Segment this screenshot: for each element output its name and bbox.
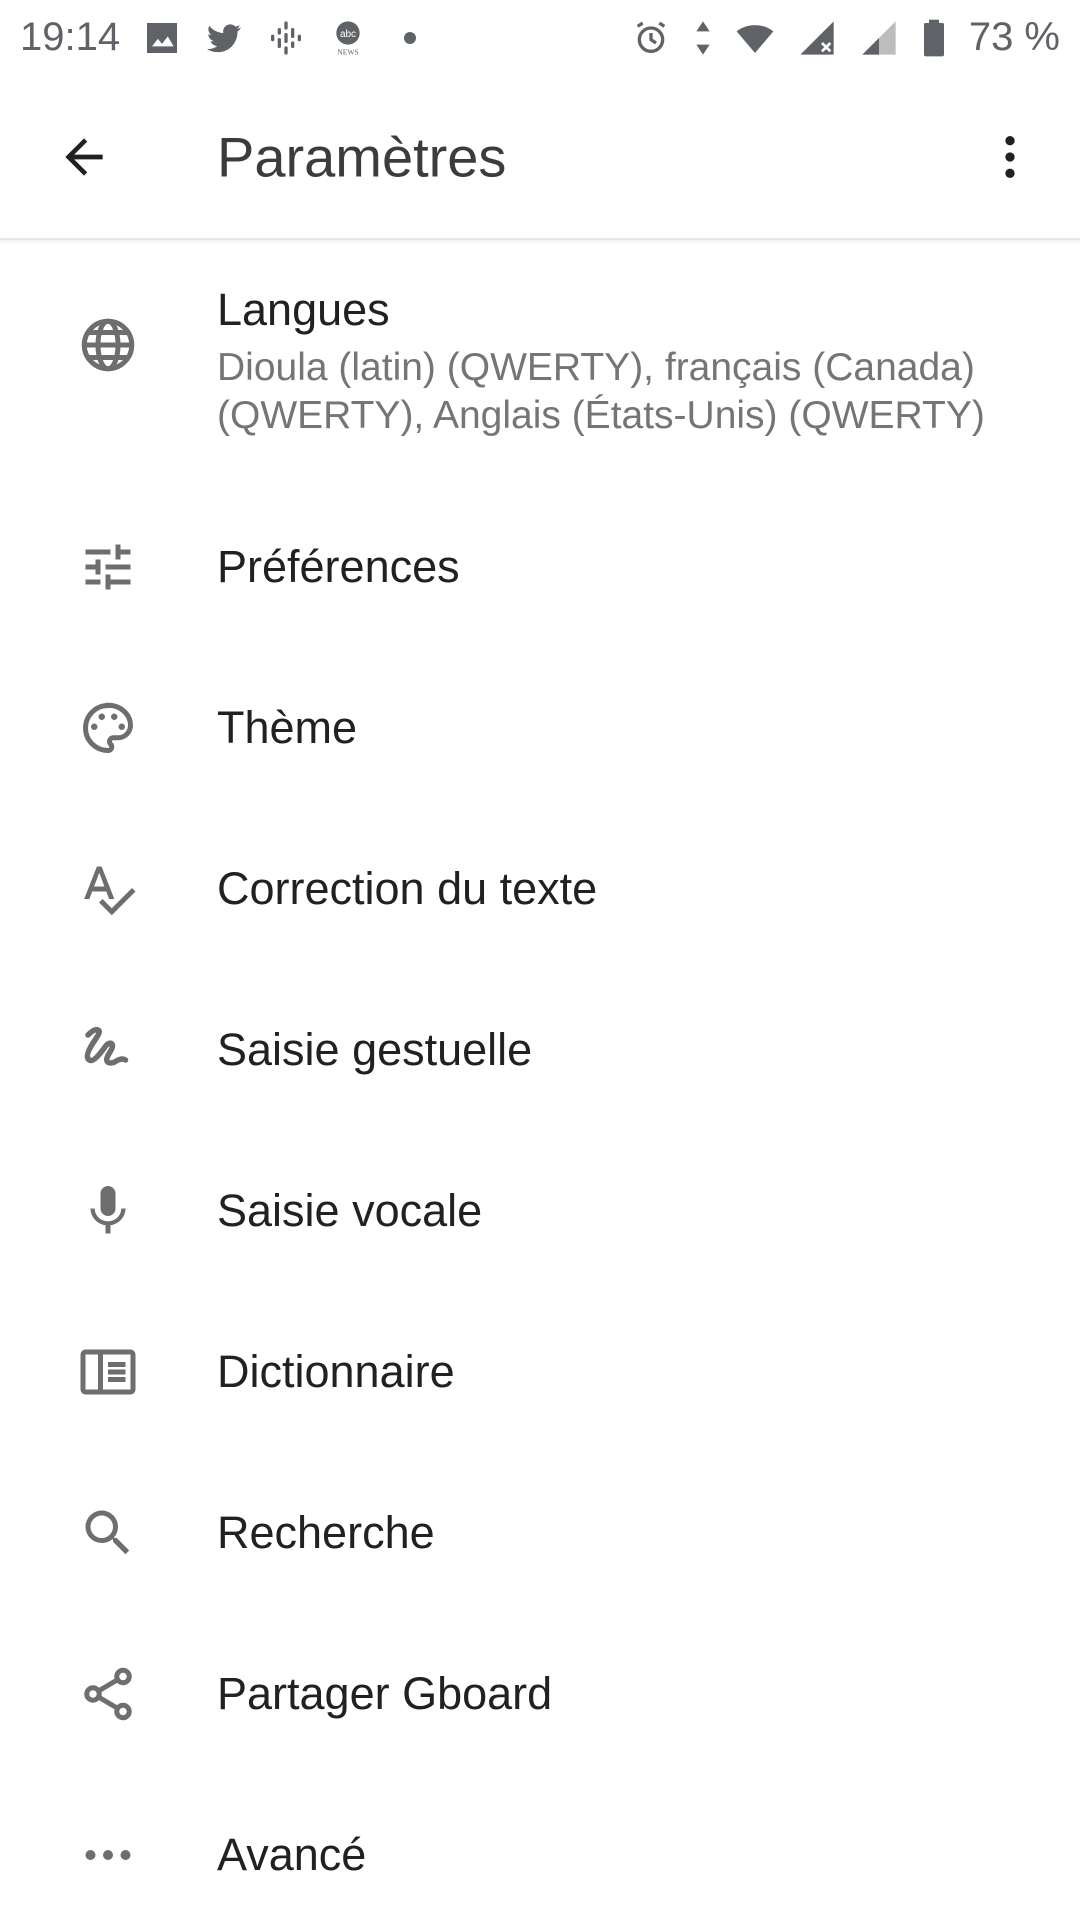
app-bar: Paramètres xyxy=(0,75,1080,240)
settings-item-search[interactable]: Recherche xyxy=(0,1478,1080,1588)
image-icon xyxy=(142,18,182,58)
page-title: Paramètres xyxy=(217,125,507,188)
settings-item-title: Saisie vocale xyxy=(217,1185,483,1236)
settings-item-title: Dictionnaire xyxy=(217,1346,455,1397)
alarm-icon xyxy=(631,18,671,58)
settings-item-preferences[interactable]: Préférences xyxy=(0,512,1080,622)
signal-icon xyxy=(797,18,837,58)
status-bar-right: 73 % xyxy=(631,15,1060,60)
data-arrows-icon xyxy=(693,18,713,58)
settings-item-subtitle: Dioula (latin) (QWERTY), français (Canad… xyxy=(217,346,985,437)
settings-item-advanced[interactable]: Avancé xyxy=(0,1800,1080,1910)
dot-icon xyxy=(404,31,417,44)
settings-item-title: Recherche xyxy=(217,1507,435,1558)
share-icon xyxy=(78,1664,138,1724)
settings-item-dictionary[interactable]: Dictionnaire xyxy=(0,1317,1080,1427)
search-icon xyxy=(78,1503,138,1563)
more-horiz-icon xyxy=(78,1825,138,1885)
status-time: 19:14 xyxy=(20,15,121,59)
abc-news-icon: abc NEWS xyxy=(328,18,368,58)
settings-item-langues[interactable]: Langues Dioula (latin) (QWERTY), françai… xyxy=(0,282,1080,482)
battery-icon xyxy=(921,18,947,58)
wifi-icon xyxy=(735,18,775,58)
settings-item-share[interactable]: Partager Gboard xyxy=(0,1639,1080,1749)
settings-item-title: Partager Gboard xyxy=(217,1668,553,1719)
settings-item-title: Thème xyxy=(217,702,358,753)
gesture-icon xyxy=(78,1020,138,1080)
settings-item-title: Correction du texte xyxy=(217,863,598,914)
podcasts-icon xyxy=(266,18,306,58)
more-options-button[interactable] xyxy=(980,127,1040,187)
settings-item-correction[interactable]: Correction du texte xyxy=(0,834,1080,944)
battery-percentage: 73 % xyxy=(968,15,1060,59)
status-bar: 19:14 abc NEWS 73 % xyxy=(0,0,1080,75)
microphone-icon xyxy=(78,1181,138,1241)
settings-item-title: Langues xyxy=(217,284,390,335)
svg-text:abc: abc xyxy=(340,29,356,40)
arrow-back-icon xyxy=(56,129,112,185)
svg-text:NEWS: NEWS xyxy=(337,47,358,56)
settings-item-title: Avancé xyxy=(217,1829,367,1880)
dictionary-icon xyxy=(78,1342,138,1402)
settings-item-theme[interactable]: Thème xyxy=(0,673,1080,783)
back-button[interactable] xyxy=(54,127,114,187)
settings-item-title: Saisie gestuelle xyxy=(217,1024,533,1075)
tune-icon xyxy=(78,537,138,597)
status-bar-left: 19:14 abc NEWS xyxy=(20,15,417,60)
signal-icon xyxy=(859,18,899,58)
settings-item-gesture[interactable]: Saisie gestuelle xyxy=(0,995,1080,1105)
twitter-icon xyxy=(204,18,244,58)
globe-icon xyxy=(78,315,138,375)
settings-item-title: Préférences xyxy=(217,541,460,592)
spellcheck-icon xyxy=(78,859,138,919)
settings-item-voice[interactable]: Saisie vocale xyxy=(0,1156,1080,1266)
more-vert-icon xyxy=(982,129,1038,185)
palette-icon xyxy=(78,698,138,758)
